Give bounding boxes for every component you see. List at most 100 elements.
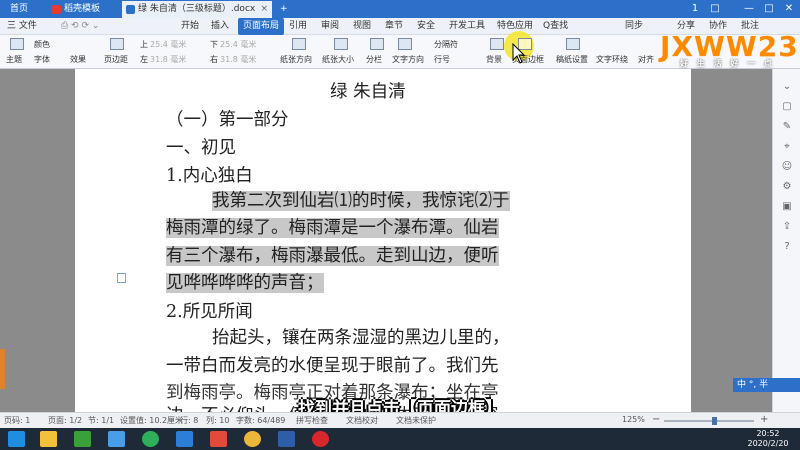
zoom-in-button[interactable]: +	[760, 414, 768, 425]
menu-view[interactable]: 视图	[348, 18, 376, 35]
windows-icon[interactable]	[8, 431, 25, 447]
new-tab-button[interactable]: +	[274, 1, 290, 18]
status-row[interactable]: 行: 8	[180, 415, 198, 426]
clock-time[interactable]: 20:52	[740, 429, 796, 438]
doc-heading-1[interactable]: （一）第一部分	[166, 106, 289, 131]
zoom-out-button[interactable]: −	[652, 414, 660, 425]
status-words[interactable]: 字数: 64/489	[236, 415, 285, 426]
sync-button[interactable]: 同步	[620, 18, 648, 35]
doc-heading-2[interactable]: 一、初见	[166, 134, 236, 159]
menu-page-layout[interactable]: 页面布局	[238, 18, 285, 35]
para1-line1[interactable]: 我第二次到仙岩⑴的时候，我惊诧⑵于	[212, 187, 510, 212]
status-col[interactable]: 列: 10	[206, 415, 229, 426]
word-icon[interactable]	[278, 431, 295, 447]
para1-line4[interactable]: 见哗哗哗哗的声音；	[166, 269, 324, 294]
paper-size-icon[interactable]	[334, 38, 348, 50]
wps-icon[interactable]	[210, 431, 227, 447]
text-wrap-button[interactable]: 文字环绕	[596, 54, 628, 65]
sidebar-backup-icon[interactable]: ▣	[781, 201, 793, 212]
menu-dev-tools[interactable]: 开发工具	[444, 18, 490, 35]
proof-button[interactable]: 文档校对	[346, 415, 378, 426]
sidebar-share-icon[interactable]: ⇪	[781, 221, 793, 232]
search-button[interactable]: Q查找	[538, 18, 573, 35]
maximize-icon[interactable]: □	[760, 2, 778, 16]
line-numbers-button[interactable]: 行号	[434, 54, 450, 65]
minimize-icon[interactable]: —	[740, 2, 758, 16]
para2-line1[interactable]: 抬起头，镶在两条湿湿的黑边儿里的，	[212, 324, 510, 349]
tab-home[interactable]: 首页	[4, 1, 42, 18]
background-icon[interactable]	[490, 38, 504, 50]
tab-document[interactable]: 绿 朱自清（三级标题）.docx ×	[122, 1, 272, 18]
chrome-icon[interactable]	[244, 431, 261, 447]
doc-heading-3a[interactable]: 1.内心独白	[166, 162, 253, 187]
quick-access-icons[interactable]: ⎙ ⟲ ⟳ ⌄	[56, 18, 104, 35]
recorder-icon[interactable]	[312, 431, 329, 447]
menu-chapter[interactable]: 章节	[380, 18, 408, 35]
right-margin-input[interactable]: 31.8 毫米	[220, 54, 256, 65]
sidebar-style-icon[interactable]: ✎	[781, 121, 793, 132]
menu-security[interactable]: 安全	[412, 18, 440, 35]
file-menu[interactable]: 三 文件	[2, 18, 42, 35]
separator-button[interactable]: 分隔符	[434, 39, 458, 50]
edge-icon[interactable]	[176, 431, 193, 447]
menu-reference[interactable]: 引用	[284, 18, 312, 35]
doc-heading-3b[interactable]: 2.所见所闻	[166, 298, 253, 323]
green-app-icon[interactable]	[142, 431, 159, 447]
para1-line2[interactable]: 梅雨潭的绿了。梅雨潭是一个瀑布潭。仙岩	[166, 214, 499, 239]
sidebar-select-icon[interactable]: ▢	[781, 101, 793, 112]
zoom-slider-thumb[interactable]	[712, 417, 717, 425]
status-settings[interactable]: 设置值: 10.2厘米	[120, 415, 183, 426]
para1-line3[interactable]: 有三个瀑布，梅雨瀑最低。走到山边，便听	[166, 242, 499, 267]
theme-icon[interactable]	[10, 38, 24, 50]
draft-setup-button[interactable]: 稿纸设置	[556, 54, 588, 65]
draft-setup-icon[interactable]	[566, 38, 580, 50]
menu-insert[interactable]: 插入	[206, 18, 234, 35]
text-direction-icon[interactable]	[398, 38, 412, 50]
sidebar-collab-icon[interactable]: ☺	[781, 161, 793, 172]
skin-icon[interactable]: □	[706, 2, 724, 16]
sidebar-help-icon[interactable]: ?	[781, 241, 793, 252]
align-button[interactable]: 对齐	[638, 54, 654, 65]
orientation-icon[interactable]	[292, 38, 306, 50]
file-explorer-icon[interactable]	[40, 431, 57, 447]
columns-icon[interactable]	[370, 38, 384, 50]
theme-label[interactable]: 主题	[6, 54, 22, 65]
paragraph-marker-icon[interactable]	[117, 273, 126, 283]
effect-button[interactable]: 效果	[70, 54, 86, 65]
protect-status[interactable]: 文档未保护	[396, 415, 436, 426]
status-section[interactable]: 节: 1/1	[88, 415, 114, 426]
sidebar-arrow-icon[interactable]: ⌄	[781, 81, 793, 92]
margins-icon[interactable]	[110, 38, 124, 50]
text-direction-button[interactable]: 文字方向	[392, 54, 424, 65]
color-button[interactable]: 颜色	[34, 39, 50, 50]
sidebar-location-icon[interactable]: ⌖	[781, 141, 793, 152]
logo-sub: 好 生 活 好 一 点	[680, 59, 775, 68]
badge-icon[interactable]: 1	[686, 2, 704, 16]
baidu-netdisk-icon[interactable]	[108, 431, 125, 447]
menu-review[interactable]: 审阅	[316, 18, 344, 35]
para2-line2[interactable]: 一带白而发亮的水便呈现于眼前了。我们先	[166, 352, 499, 377]
menu-start[interactable]: 开始	[176, 18, 204, 35]
margins-label[interactable]: 页边距	[104, 54, 128, 65]
columns-button[interactable]: 分栏	[366, 54, 382, 65]
close-window-icon[interactable]: ✕	[780, 2, 798, 16]
tab-close-icon[interactable]: ×	[260, 1, 268, 18]
doc-title[interactable]: 绿 朱自清	[330, 78, 406, 103]
status-pages[interactable]: 页面: 1/2	[48, 415, 82, 426]
left-margin-input[interactable]: 31.8 毫米	[150, 54, 186, 65]
clock-date[interactable]: 2020/2/20	[740, 439, 796, 448]
tab-template[interactable]: 稻壳模板	[48, 1, 118, 18]
zoom-slider[interactable]	[664, 420, 754, 422]
spell-check-button[interactable]: 拼写检查	[296, 415, 328, 426]
store-icon[interactable]	[74, 431, 91, 447]
bottom-margin-input[interactable]: 25.4 毫米	[220, 39, 256, 50]
zoom-level[interactable]: 125%	[622, 415, 645, 424]
background-button[interactable]: 背景	[486, 54, 502, 65]
font-button[interactable]: 字体	[34, 54, 50, 65]
top-margin-input[interactable]: 25.4 毫米	[150, 39, 186, 50]
paper-size-button[interactable]: 纸张大小	[322, 54, 354, 65]
sidebar-settings-icon[interactable]: ⚙	[781, 181, 793, 192]
ime-status-bar[interactable]: 中 °, 半	[733, 378, 800, 392]
orientation-button[interactable]: 纸张方向	[280, 54, 312, 65]
status-page[interactable]: 页码: 1	[4, 415, 30, 426]
